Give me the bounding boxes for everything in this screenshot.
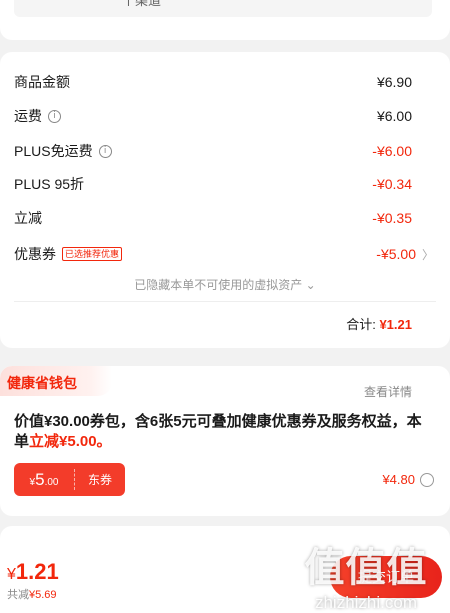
info-icon[interactable]: i <box>98 144 112 158</box>
health-pack-title: 健康省钱包 <box>0 366 112 396</box>
row-plus-discount: PLUS 95折 -¥0.34 <box>14 173 412 195</box>
row-goods-amount: 商品金额 ¥6.90 <box>14 71 412 93</box>
row-label: 优惠券 <box>14 246 56 262</box>
coupon-amount-int: 5 <box>35 469 45 489</box>
row-value: -¥0.35 <box>372 210 412 226</box>
health-pack-description: 价值¥30.00券包，含6张5元可叠加健康优惠券及服务权益，本单立减¥5.00。 <box>14 412 434 452</box>
coupon-name: 东券 <box>87 473 112 487</box>
order-total: 合计: ¥1.21 <box>346 314 412 333</box>
hidden-virtual-assets-toggle[interactable]: 已隐藏本单不可使用的虚拟资产 ⌄ <box>0 276 450 293</box>
row-shipping-fee: 运费 i ¥6.00 <box>14 105 412 127</box>
recommended-coupon-badge: 已选推荐优惠 <box>62 247 123 261</box>
bottom-currency: ¥ <box>7 566 16 583</box>
row-instant-discount: 立减 -¥0.35 <box>14 207 412 229</box>
row-label: 商品金额 <box>14 74 70 90</box>
top-cut-text: 个渠道 <box>122 0 162 8</box>
saved-summary: 共减¥5.69 <box>7 586 57 602</box>
row-label: 运费 <box>14 108 42 124</box>
view-details-link[interactable]: 查看详情 <box>364 383 412 400</box>
row-plus-free-shipping: PLUS免运费 i -¥6.00 <box>14 140 412 162</box>
saved-label: 共减 <box>7 589 29 601</box>
top-inner-box: 个渠道 <box>14 0 432 17</box>
row-value: -¥6.00 <box>372 143 412 159</box>
total-value: ¥1.21 <box>379 317 412 332</box>
row-value: ¥6.90 <box>376 74 412 90</box>
row-label: PLUS免运费 <box>14 143 93 159</box>
divider <box>14 301 436 302</box>
description-highlight: 立减¥5.00。 <box>29 433 112 450</box>
coupon-amount-decimal: .00 <box>44 476 59 488</box>
row-value: -¥0.34 <box>372 176 412 192</box>
row-coupon[interactable]: 优惠券 已选推荐优惠 -¥5.00 〉 <box>14 243 434 265</box>
price-detail-card: 商品金额 ¥6.90 运费 i ¥6.00 PLUS免运费 i -¥6.00 P… <box>0 52 450 348</box>
health-saving-pack-card: 健康省钱包 查看详情 价值¥30.00券包，含6张5元可叠加健康优惠券及服务权益… <box>0 366 450 516</box>
bottom-total: ¥1.21 <box>7 559 59 585</box>
row-label: 立减 <box>14 210 42 226</box>
coupon-pack-badge: ¥5.00 东券 <box>14 463 125 496</box>
total-label: 合计: <box>346 317 376 332</box>
row-value: ¥6.00 <box>376 108 412 124</box>
bottom-checkout-bar: ¥1.21 共减¥5.69 提交订单 <box>0 526 450 613</box>
row-value: -¥5.00 <box>376 246 416 262</box>
chevron-right-icon[interactable]: 〉 <box>422 246 434 263</box>
health-pack-price: ¥4.80 <box>382 472 415 487</box>
info-icon[interactable]: i <box>48 109 61 123</box>
health-pack-select[interactable]: ¥4.80 <box>382 472 434 487</box>
top-card-fragment: 个渠道 <box>0 0 450 40</box>
row-label: PLUS 95折 <box>14 176 85 192</box>
bottom-amount: 1.21 <box>15 559 59 584</box>
coupon-amount: ¥5.00 <box>14 470 74 490</box>
saved-value: ¥5.69 <box>29 589 57 601</box>
radio-icon[interactable] <box>420 472 434 487</box>
submit-order-button[interactable]: 提交订单 <box>330 556 442 598</box>
